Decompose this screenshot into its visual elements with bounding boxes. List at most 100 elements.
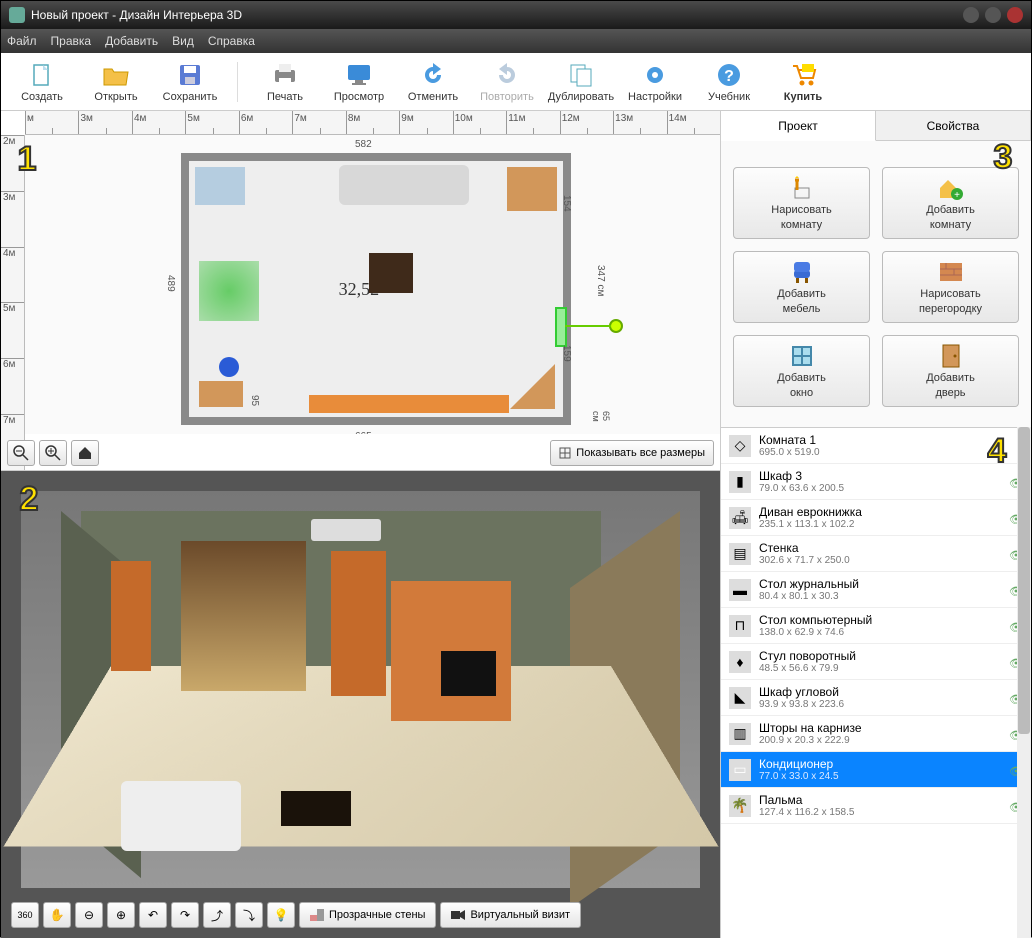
list-item[interactable]: ⊓Стол компьютерный138.0 x 62.9 x 74.6👁 <box>721 608 1031 644</box>
help-button[interactable]: ?Учебник <box>698 61 760 103</box>
list-item[interactable]: ▥Шторы на карнизе200.9 x 20.3 x 222.9👁 <box>721 716 1031 752</box>
furn-corner[interactable] <box>510 364 555 409</box>
wardrobe-3d <box>331 551 386 696</box>
add-room-icon: + <box>937 175 965 201</box>
list-item[interactable]: ▤Стенка302.6 x 71.7 x 250.0👁 <box>721 536 1031 572</box>
rotate360-button[interactable]: 360 <box>11 902 39 928</box>
folder-icon <box>101 61 131 89</box>
new-button[interactable]: Создать <box>11 61 73 103</box>
transparent-walls-button[interactable]: Прозрачные стены <box>299 902 436 928</box>
home-button[interactable] <box>71 440 99 466</box>
zoom-in-button[interactable] <box>39 440 67 466</box>
window-icon <box>788 343 816 369</box>
action-wall[interactable]: Нарисоватьперегородку <box>882 251 1019 323</box>
list-item[interactable]: 🌴Пальма127.4 x 116.2 x 158.5👁 <box>721 788 1031 824</box>
furn-wardrobe[interactable] <box>195 167 245 205</box>
undo-icon <box>418 61 448 89</box>
furn-wardrobe2[interactable] <box>507 167 557 211</box>
menu-help[interactable]: Справка <box>208 34 255 48</box>
preview-button[interactable]: Просмотр <box>328 61 390 103</box>
close-button[interactable] <box>1007 7 1023 23</box>
obj-info: Шкаф 379.0 x 63.6 x 200.5 <box>759 469 1001 494</box>
buy-button[interactable]: Купить <box>772 61 834 103</box>
settings-button[interactable]: Настройки <box>624 61 686 103</box>
action-window[interactable]: Добавитьокно <box>733 335 870 407</box>
zoom-in-3d-button[interactable]: ⊕ <box>107 902 135 928</box>
action-label2: мебель <box>783 303 821 315</box>
show-dims-button[interactable]: Показывать все размеры <box>550 440 714 466</box>
wall-icon <box>310 909 324 921</box>
furn-wallunit[interactable] <box>309 395 509 413</box>
redo-button[interactable]: Повторить <box>476 61 538 103</box>
zoom-out-button[interactable] <box>7 440 35 466</box>
list-item[interactable]: 🛋Диван еврокнижка235.1 x 113.1 x 102.2👁 <box>721 500 1031 536</box>
menu-file[interactable]: Файл <box>7 34 37 48</box>
save-button[interactable]: Сохранить <box>159 61 221 103</box>
light-button[interactable]: 💡 <box>267 902 295 928</box>
badge-2: 2 <box>9 479 49 519</box>
list-item[interactable]: ▭Кондиционер77.0 x 33.0 x 24.5👁 <box>721 752 1031 788</box>
tb-label: Повторить <box>480 91 534 103</box>
view-3d[interactable]: 2 <box>1 471 720 938</box>
zoom-out-3d-button[interactable]: ⊖ <box>75 902 103 928</box>
obj-dim: 79.0 x 63.6 x 200.5 <box>759 483 1001 494</box>
furn-sofa[interactable] <box>339 165 469 205</box>
scene-3d[interactable] <box>21 491 700 888</box>
furn-ac-selected[interactable] <box>555 307 567 347</box>
menu-add[interactable]: Добавить <box>105 34 158 48</box>
obj-icon: ▥ <box>729 723 751 745</box>
badge-3: 3 <box>983 137 1023 177</box>
virtual-visit-button[interactable]: Виртуальный визит <box>440 902 581 928</box>
list-item[interactable]: ♦Стул поворотный48.5 x 56.6 x 79.9👁 <box>721 644 1031 680</box>
menu-edit[interactable]: Правка <box>51 34 92 48</box>
scrollbar[interactable] <box>1017 427 1031 938</box>
open-button[interactable]: Открыть <box>85 61 147 103</box>
rot-right-button[interactable]: ↷ <box>171 902 199 928</box>
obj-dim: 48.5 x 56.6 x 79.9 <box>759 663 1001 674</box>
action-add-room[interactable]: +Добавитькомнату <box>882 167 1019 239</box>
obj-dim: 138.0 x 62.9 x 74.6 <box>759 627 1001 638</box>
rotate-handle[interactable] <box>609 319 623 333</box>
list-item[interactable]: ▬Стол журнальный80.4 x 80.1 x 30.3👁 <box>721 572 1031 608</box>
ruler-tick: 13м <box>613 111 666 134</box>
obj-name: Стенка <box>759 541 1001 555</box>
undo-button[interactable]: Отменить <box>402 61 464 103</box>
plan-2d-area[interactable]: м3м4м5м6м7м8м9м10м11м12м13м14м 2м3м4м5м6… <box>1 111 720 471</box>
furn-desk[interactable] <box>199 381 243 407</box>
rot-left-button[interactable]: ↶ <box>139 902 167 928</box>
dup-button[interactable]: Дублировать <box>550 61 612 103</box>
plan-controls <box>7 440 99 466</box>
action-label2: перегородку <box>919 303 982 315</box>
maximize-button[interactable] <box>985 7 1001 23</box>
menubar: Файл Правка Добавить Вид Справка <box>1 29 1031 53</box>
pan-button[interactable]: ✋ <box>43 902 71 928</box>
obj-info: Шторы на карнизе200.9 x 20.3 x 222.9 <box>759 721 1001 746</box>
tab-properties[interactable]: Свойства <box>876 111 1031 140</box>
action-door[interactable]: Добавитьдверь <box>882 335 1019 407</box>
obj-dim: 93.9 x 93.8 x 223.6 <box>759 699 1001 710</box>
tilt-down-button[interactable]: ⤵ <box>235 902 263 928</box>
furn-palm[interactable] <box>199 261 259 321</box>
obj-dim: 80.4 x 80.1 x 30.3 <box>759 591 1001 602</box>
tab-project[interactable]: Проект <box>721 111 876 141</box>
obj-icon: ♦ <box>729 651 751 673</box>
canvas-2d[interactable]: 32,52 <box>25 135 720 434</box>
svg-text:+: + <box>954 190 960 200</box>
tilt-up-button[interactable]: ⤴ <box>203 902 231 928</box>
virtual-visit-label: Виртуальный визит <box>470 909 570 921</box>
obj-dim: 77.0 x 33.0 x 24.5 <box>759 771 1001 782</box>
menu-view[interactable]: Вид <box>172 34 194 48</box>
furn-table[interactable] <box>369 253 413 293</box>
list-item[interactable]: ◣Шкаф угловой93.9 x 93.8 x 223.6👁 <box>721 680 1031 716</box>
action-draw-room[interactable]: Нарисоватькомнату <box>733 167 870 239</box>
minimize-button[interactable] <box>963 7 979 23</box>
obj-icon: ▮ <box>729 471 751 493</box>
action-chair[interactable]: Добавитьмебель <box>733 251 870 323</box>
object-list[interactable]: ◇Комната 1695.0 x 519.0▮Шкаф 379.0 x 63.… <box>721 427 1031 938</box>
furn-chair[interactable] <box>219 357 239 377</box>
room-outline[interactable]: 32,52 <box>181 153 571 425</box>
print-button[interactable]: Печать <box>254 61 316 103</box>
scroll-thumb[interactable] <box>1018 427 1030 734</box>
copy-icon <box>566 61 596 89</box>
ruler-tick: 10м <box>453 111 506 134</box>
